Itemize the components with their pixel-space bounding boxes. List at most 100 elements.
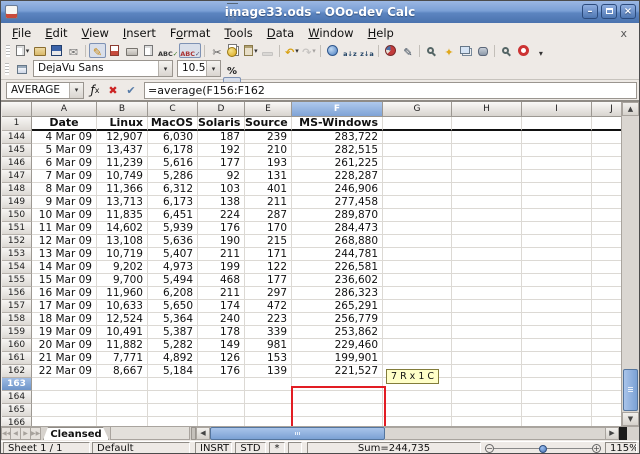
scroll-right-icon[interactable]: ▶	[605, 427, 619, 440]
grid-cell[interactable]	[383, 313, 452, 326]
last-sheet-button[interactable]: ▶▶	[31, 427, 41, 440]
clone-formatting-button[interactable]	[259, 43, 276, 58]
chevron-down-icon[interactable]: ▾	[26, 47, 30, 55]
grid-cell[interactable]	[292, 417, 383, 426]
grid-cell[interactable]	[522, 222, 592, 235]
menu-insert[interactable]: Insert	[116, 24, 163, 42]
grid-cell[interactable]	[452, 144, 522, 157]
grid-cell[interactable]: 13 Mar 09	[32, 248, 97, 261]
grid-cell[interactable]	[292, 404, 383, 417]
grid-cell[interactable]: 15 Mar 09	[32, 274, 97, 287]
grid-cell[interactable]: 6,030	[148, 131, 198, 144]
zoom-percent-field[interactable]: 115%	[605, 442, 637, 454]
grid-cell[interactable]	[522, 287, 592, 300]
grid-cell[interactable]	[592, 365, 621, 378]
zoom-out-icon[interactable]: −	[485, 444, 494, 453]
grid-cell[interactable]	[522, 365, 592, 378]
chevron-down-icon[interactable]: ▾	[158, 61, 172, 76]
row-header-144[interactable]: 144	[2, 131, 32, 144]
grid-cell[interactable]: 228,287	[292, 170, 383, 183]
grid-cell[interactable]: 210	[245, 144, 292, 157]
grid-cell[interactable]: 12,524	[97, 313, 148, 326]
grid-cell[interactable]	[522, 391, 592, 404]
grid-cell[interactable]	[592, 261, 621, 274]
row-header-152[interactable]: 152	[2, 235, 32, 248]
grid-cell[interactable]: 5,636	[148, 235, 198, 248]
grid-cell[interactable]	[592, 117, 621, 131]
grid-cell[interactable]: 284,473	[292, 222, 383, 235]
grid-cell[interactable]: 401	[245, 183, 292, 196]
row-header-160[interactable]: 160	[2, 339, 32, 352]
column-header-F[interactable]: F	[292, 102, 383, 117]
grid-cell[interactable]: 131	[245, 170, 292, 183]
grid-cell[interactable]: 9 Mar 09	[32, 196, 97, 209]
insert-mode-field[interactable]: INSRT	[195, 442, 232, 454]
grid-cell[interactable]	[292, 378, 383, 391]
vertical-scroll-thumb[interactable]	[623, 369, 638, 411]
grid-cell[interactable]: 283,722	[292, 131, 383, 144]
grid-cell[interactable]: 11,835	[97, 209, 148, 222]
grid-cell[interactable]: 468	[198, 274, 245, 287]
grid-cell[interactable]: 244,781	[292, 248, 383, 261]
scroll-down-icon[interactable]: ▼	[622, 412, 639, 426]
grid-cell[interactable]: 6,312	[148, 183, 198, 196]
grid-cell[interactable]	[383, 274, 452, 287]
sort-ascending-button[interactable]: a↓z	[341, 43, 358, 58]
grid-cell[interactable]	[592, 391, 621, 404]
grid-cell[interactable]	[592, 326, 621, 339]
grid-cell[interactable]	[383, 183, 452, 196]
grid-cell[interactable]	[452, 352, 522, 365]
grid-cell[interactable]: 187	[198, 131, 245, 144]
row-header-161[interactable]: 161	[2, 352, 32, 365]
zoom-slider[interactable]: − +	[485, 444, 601, 453]
zoom-in-icon[interactable]: +	[592, 444, 601, 453]
row-header-159[interactable]: 159	[2, 326, 32, 339]
grid-cell[interactable]	[452, 326, 522, 339]
grid-cell[interactable]: 176	[198, 365, 245, 378]
grid-cell[interactable]: 5,364	[148, 313, 198, 326]
maximize-button[interactable]	[601, 4, 617, 19]
font-size-combo[interactable]: 10.5 ▾	[177, 60, 221, 77]
grid-cell[interactable]: 246,906	[292, 183, 383, 196]
selection-mode-field[interactable]: STD	[235, 442, 266, 454]
grid-cell[interactable]	[97, 391, 148, 404]
grid-cell[interactable]: 256,779	[292, 313, 383, 326]
row-header-163[interactable]: 163	[2, 378, 32, 391]
grid-cell[interactable]	[522, 117, 592, 131]
data-sources-button[interactable]	[474, 43, 491, 58]
row-header-149[interactable]: 149	[2, 196, 32, 209]
grid-cell[interactable]: 12,907	[97, 131, 148, 144]
grid-cell[interactable]: 226,581	[292, 261, 383, 274]
grid-cell[interactable]: 138	[198, 196, 245, 209]
column-header-C[interactable]: C	[148, 102, 198, 117]
grid-cell[interactable]	[383, 261, 452, 274]
chevron-down-icon[interactable]: ▾	[312, 47, 316, 55]
zoom-slider-thumb[interactable]	[539, 445, 547, 453]
grid-cell[interactable]	[592, 170, 621, 183]
grid-cell[interactable]	[522, 144, 592, 157]
grid-cell[interactable]: 177	[245, 274, 292, 287]
grid-cell[interactable]	[452, 248, 522, 261]
grid-cell[interactable]: 6 Mar 09	[32, 157, 97, 170]
row-header-151[interactable]: 151	[2, 222, 32, 235]
grid-cell[interactable]: 240	[198, 313, 245, 326]
grid-cell[interactable]: 5,184	[148, 365, 198, 378]
grid-cell[interactable]	[522, 404, 592, 417]
grid-cell[interactable]	[97, 378, 148, 391]
grid-cell[interactable]	[383, 391, 452, 404]
grid-cell[interactable]: 12 Mar 09	[32, 235, 97, 248]
grid-cell[interactable]: 277,458	[292, 196, 383, 209]
grid-cell[interactable]: 5,286	[148, 170, 198, 183]
grid-cell[interactable]: 239	[245, 131, 292, 144]
grid-cell[interactable]	[383, 117, 452, 131]
grid-cell[interactable]: 9,700	[97, 274, 148, 287]
grid-cell[interactable]: 17 Mar 09	[32, 300, 97, 313]
hyperlink-button[interactable]	[324, 43, 341, 58]
grid-cell[interactable]: 5,616	[148, 157, 198, 170]
grid-cell[interactable]: 7,771	[97, 352, 148, 365]
grid-cell[interactable]: 211	[198, 248, 245, 261]
grid-cell[interactable]: 223	[245, 313, 292, 326]
toolbar-grip[interactable]	[5, 63, 9, 75]
horizontal-scroll-thumb[interactable]	[210, 427, 385, 440]
grid-cell[interactable]	[592, 300, 621, 313]
